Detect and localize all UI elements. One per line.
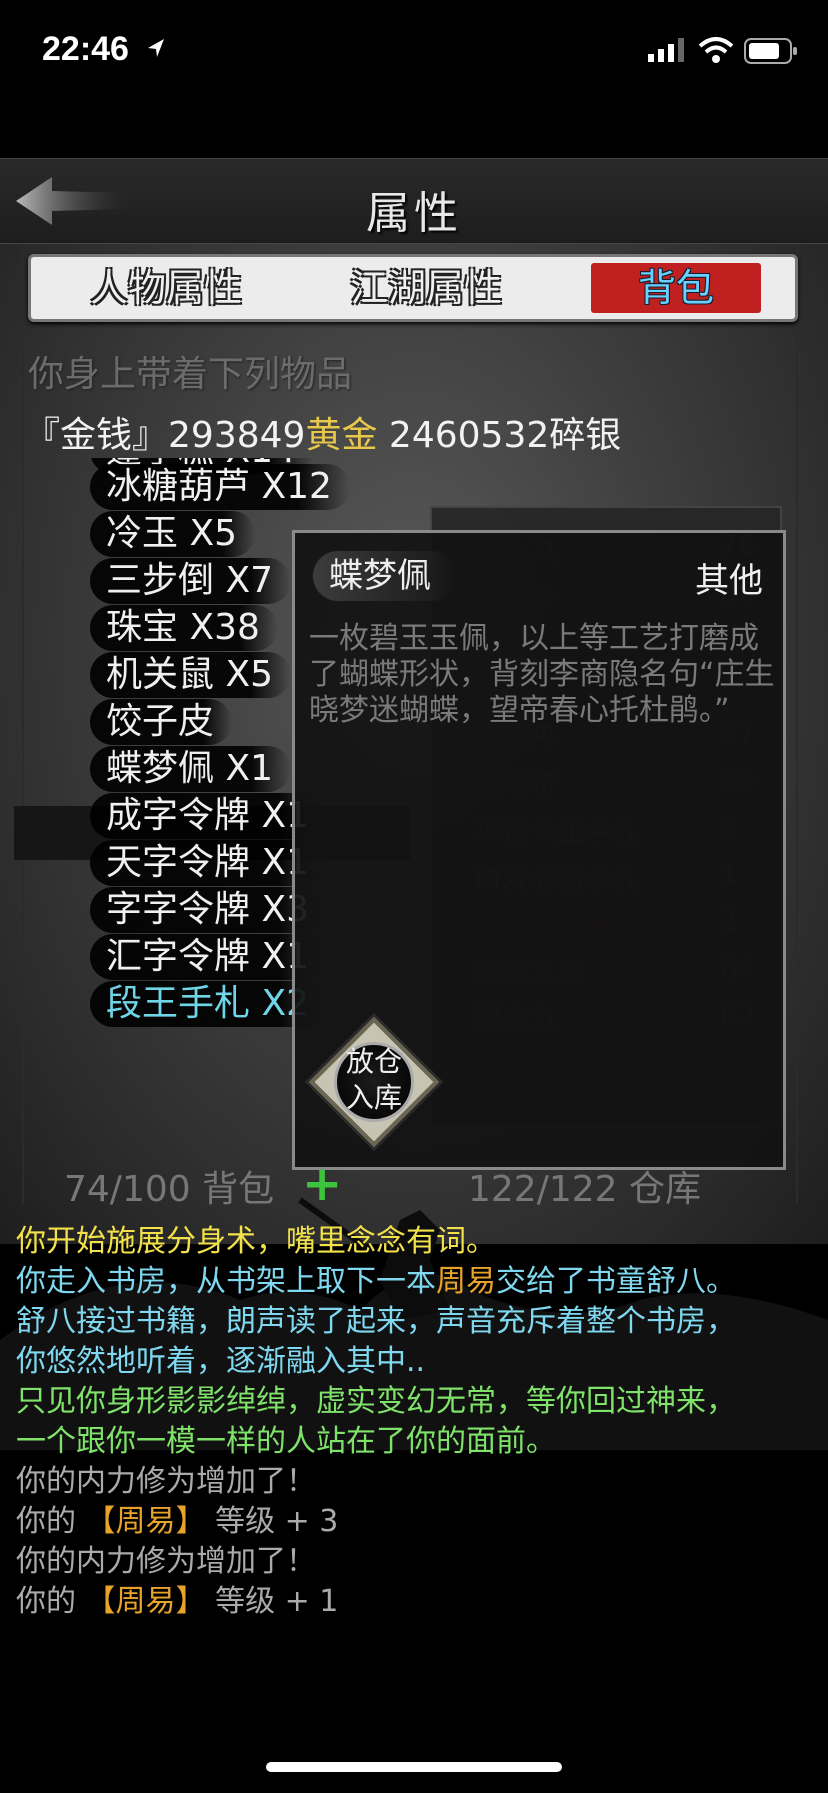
log-text: 等级 + 3 <box>205 1504 339 1539</box>
inventory-item[interactable]: 三步倒 X7 <box>90 558 292 604</box>
cellular-signal-icon <box>648 38 684 62</box>
tab-backpack[interactable]: 背包 <box>591 263 761 313</box>
log-line: 只见你身形影影绰绰，虚实变幻无常，等你回过神来， <box>16 1382 816 1422</box>
money-line: 『金钱』293849黄金 2460532碎银 <box>24 406 621 458</box>
log-line: 你的内力修为增加了！ <box>16 1542 816 1582</box>
log-text: 你的内力修为增加了！ <box>16 1464 316 1499</box>
log-text: 等级 + 1 <box>205 1584 339 1619</box>
message-log: 你开始施展分身术，嘴里念念有词。 你走入书房，从书架上取下一本周易交给了书童舒八。… <box>16 1222 816 1622</box>
store-button-line1: 放仓 <box>345 1045 402 1078</box>
log-text: 【周易】 <box>85 1504 206 1539</box>
log-line: 你的 【周易】 等级 + 3 <box>16 1502 816 1542</box>
log-line: 你的 【周易】 等级 + 1 <box>16 1582 816 1622</box>
log-line: 你走入书房，从书架上取下一本周易交给了书童舒八。 <box>16 1262 816 1302</box>
log-line: 一个跟你一模一样的人站在了你的面前。 <box>16 1422 816 1462</box>
page-title: 属性 <box>366 188 462 239</box>
battery-icon <box>744 38 797 64</box>
log-text: 你的 <box>16 1584 86 1619</box>
log-text: 交给了书童舒八。 <box>496 1264 736 1299</box>
silver-amount: 2460532碎银 <box>388 415 622 456</box>
log-text: 你开始施展分身术，嘴里念念有词。 <box>16 1224 496 1259</box>
inventory-item[interactable]: 饺子皮 <box>90 699 233 745</box>
inventory-item-selected[interactable]: 蝶梦佩 X1 <box>90 746 292 792</box>
gold-label: 黄金 <box>305 415 378 456</box>
money-prefix: 『金钱』 <box>24 415 169 456</box>
gold-amount: 293849 <box>168 415 306 456</box>
log-text: 你的内力修为增加了！ <box>16 1544 316 1579</box>
carry-heading: 你身上带着下列物品 <box>28 354 353 395</box>
item-name: 蝶梦佩 <box>313 551 457 601</box>
header-bar: 属性 <box>0 158 828 244</box>
log-line: 舒八接过书籍，朗声读了起来，声音充斥着整个书房， <box>16 1302 816 1342</box>
inventory-item[interactable]: 珠宝 X38 <box>90 605 278 651</box>
status-bar: 22:46 <box>0 0 828 100</box>
inventory-item[interactable]: 冰糖葫芦 X12 <box>90 464 350 510</box>
log-line: 你开始施展分身术，嘴里念念有词。 <box>16 1222 816 1262</box>
item-description: 一枚碧玉玉佩，以上等工艺打磨成了蝴蝶形状，背刻李商隐名句“庄生晓梦迷蝴蝶，望帝春… <box>309 621 775 728</box>
log-line: 你的内力修为增加了！ <box>16 1462 816 1502</box>
log-text: 一个跟你一模一样的人站在了你的面前。 <box>16 1424 556 1459</box>
store-to-warehouse-button[interactable]: 放仓 入库 <box>308 1016 440 1148</box>
status-time: 22:46 <box>42 30 129 68</box>
log-text: 你悠然地听着，逐渐融入其中.. <box>16 1344 426 1379</box>
tab-bar: 人物属性 江湖属性 背包 <box>28 254 798 322</box>
tab-jianghu-attributes[interactable]: 江湖属性 <box>331 263 521 313</box>
log-text: 你的 <box>16 1504 86 1539</box>
log-line: 你悠然地听着，逐渐融入其中.. <box>16 1342 816 1382</box>
log-text: 【周易】 <box>85 1584 206 1619</box>
log-text: 只见你身形影影绰绰，虚实变幻无常，等你回过神来， <box>16 1384 736 1419</box>
tab-character-attributes[interactable]: 人物属性 <box>71 263 261 313</box>
store-button-line2: 入库 <box>345 1081 402 1114</box>
inventory-item[interactable]: 冷玉 X5 <box>90 511 256 557</box>
item-type: 其他 <box>695 561 763 601</box>
inventory-item[interactable]: 机关鼠 X5 <box>90 652 292 698</box>
log-text: 周易 <box>436 1264 496 1299</box>
home-indicator[interactable] <box>266 1762 562 1772</box>
wifi-icon <box>698 37 734 63</box>
log-text: 你走入书房，从书架上取下一本 <box>16 1264 436 1299</box>
log-text: 舒八接过书籍，朗声读了起来，声音充斥着整个书房， <box>16 1304 736 1339</box>
location-arrow-icon <box>148 39 164 57</box>
